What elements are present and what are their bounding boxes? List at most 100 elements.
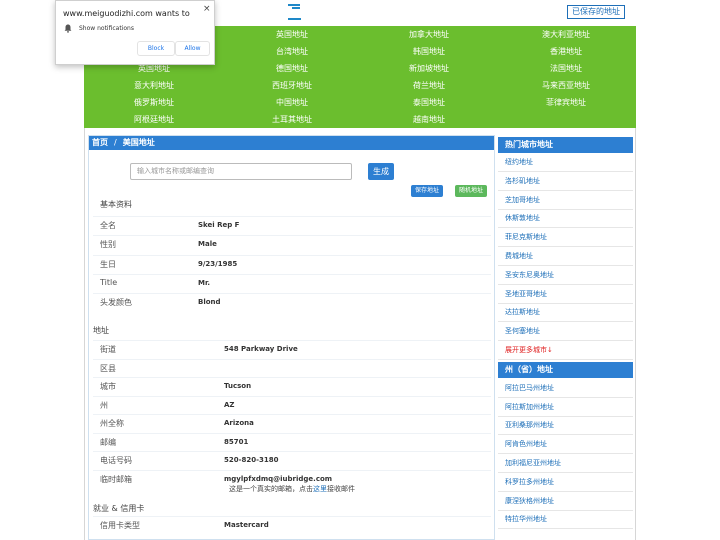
info-row: 城市 Tucson (93, 377, 491, 396)
nav-item[interactable]: 泰国地址 (359, 98, 499, 108)
row-value: 548 Parkway Drive (224, 345, 298, 353)
breadcrumb-separator: / (114, 138, 117, 147)
info-row: 街道 548 Parkway Drive (93, 340, 491, 359)
info-row: Title Mr. (93, 274, 491, 293)
row-value: 9/23/1985 (198, 260, 238, 268)
row-value: 520-820-3180 (224, 456, 279, 464)
row-value: Skei Rep F (198, 221, 240, 229)
basic-info-title: 基本资料 (100, 200, 132, 209)
nav-item[interactable]: 英国地址 (222, 30, 362, 40)
nav-item[interactable]: 中国地址 (222, 98, 362, 108)
info-row: 州 AZ (93, 396, 491, 415)
breadcrumb-home[interactable]: 首页 (92, 138, 108, 147)
row-label: 头发颜色 (100, 298, 132, 307)
info-row: 全名 Skei Rep F (93, 216, 491, 235)
nav-item[interactable]: 俄罗斯地址 (84, 98, 224, 108)
nav-item[interactable]: 荷兰地址 (359, 81, 499, 91)
nav-item[interactable]: 加拿大地址 (359, 30, 499, 40)
row-label: 生日 (100, 260, 116, 269)
sidebar-state-link[interactable]: 阿肯色州地址 (498, 435, 633, 454)
save-address-button[interactable]: 保存地址 (411, 185, 443, 197)
temp-email-note: 这是一个真实的邮箱，点击这里接收邮件 (229, 484, 355, 494)
sidebar-city-link[interactable]: 休斯敦地址 (498, 209, 633, 228)
row-label: 全名 (100, 221, 116, 230)
sidebar: 热门城市地址 纽约地址 洛杉矶地址 芝加哥地址 休斯敦地址 菲尼克斯地址 费城地… (498, 135, 634, 540)
note-text: 接收邮件 (327, 485, 355, 493)
temp-email-value[interactable]: mgylpfxdmq@iubridge.com (224, 475, 332, 483)
sidebar-state-link[interactable]: 阿拉巴马州地址 (498, 379, 633, 398)
row-label: 电话号码 (100, 456, 132, 465)
row-label: 街道 (100, 345, 116, 354)
nav-item[interactable]: 越南地址 (359, 115, 499, 125)
site-logo[interactable] (287, 3, 302, 21)
row-value: Mastercard (224, 521, 269, 529)
info-row: 信用卡类型 Mastercard (93, 516, 491, 535)
allow-button[interactable]: Allow (175, 41, 210, 56)
sidebar-city-link[interactable]: 圣安东尼奥地址 (498, 266, 633, 285)
breadcrumb-current[interactable]: 美国地址 (123, 138, 155, 147)
nav-item[interactable]: 法国地址 (496, 64, 636, 74)
main-panel: 首页 / 美国地址 输入城市名称或邮编查询 生成 保存地址 随机地址 基本资料 全名… (88, 135, 495, 540)
sidebar-city-link[interactable]: 圣何塞地址 (498, 322, 633, 341)
nav-item[interactable]: 新加坡地址 (359, 64, 499, 74)
note-text: 这是一个真实的邮箱，点击 (229, 485, 313, 493)
block-button[interactable]: Block (137, 41, 175, 56)
sidebar-city-link[interactable]: 菲尼克斯地址 (498, 228, 633, 247)
row-label: 城市 (100, 382, 116, 391)
nav-item[interactable]: 阿根廷地址 (84, 115, 224, 125)
nav-item[interactable]: 西班牙地址 (222, 81, 362, 91)
row-label: 性别 (100, 240, 116, 249)
nav-item[interactable]: 土耳其地址 (222, 115, 362, 125)
nav-item[interactable]: 韩国地址 (359, 47, 499, 57)
notification-permission-popup: www.meiguodizhi.com wants to × Show noti… (55, 0, 215, 65)
sidebar-city-link[interactable]: 费城地址 (498, 247, 633, 266)
row-label: 信用卡类型 (100, 521, 140, 530)
row-label: 临时邮箱 (100, 475, 132, 484)
bell-icon (64, 24, 72, 33)
info-row: 性别 Male (93, 235, 491, 254)
nav-item[interactable]: 马来西亚地址 (496, 81, 636, 91)
row-label: Title (100, 278, 118, 287)
saved-addresses-link[interactable]: 已保存的地址 (567, 5, 625, 19)
row-value: 85701 (224, 438, 249, 446)
row-label: 州全称 (100, 419, 124, 428)
card-title: 就业 & 信用卡 (93, 504, 145, 513)
sidebar-city-link[interactable]: 洛杉矶地址 (498, 172, 633, 191)
sidebar-city-link[interactable]: 纽约地址 (498, 153, 633, 172)
receive-mail-link[interactable]: 这里 (313, 485, 327, 493)
nav-item[interactable]: 菲律宾地址 (496, 98, 636, 108)
popup-message: Show notifications (79, 25, 134, 32)
row-value: Arizona (224, 419, 254, 427)
random-address-button[interactable]: 随机地址 (455, 185, 487, 197)
nav-item[interactable]: 德国地址 (222, 64, 362, 74)
sidebar-state-link[interactable]: 康涅狄格州地址 (498, 492, 633, 511)
row-label: 州 (100, 401, 108, 410)
row-value: Tucson (224, 382, 252, 390)
breadcrumb: 首页 / 美国地址 (89, 136, 494, 150)
expand-more-cities-link[interactable]: 展开更多城市↓ (498, 341, 633, 360)
nav-item[interactable]: 英国地址 (84, 64, 224, 74)
popup-title: www.meiguodizhi.com wants to (63, 9, 190, 18)
nav-item[interactable]: 台湾地址 (222, 47, 362, 57)
info-row: 邮编 85701 (93, 433, 491, 452)
info-row: 头发颜色 Blond (93, 293, 491, 312)
address-title: 地址 (93, 326, 109, 335)
generate-button[interactable]: 生成 (368, 163, 394, 180)
sidebar-state-link[interactable]: 加利福尼亚州地址 (498, 454, 633, 473)
sidebar-state-link[interactable]: 科罗拉多州地址 (498, 473, 633, 492)
row-value: Male (198, 240, 217, 248)
sidebar-city-link[interactable]: 达拉斯地址 (498, 303, 633, 322)
sidebar-state-link[interactable]: 亚利桑那州地址 (498, 416, 633, 435)
close-icon[interactable]: × (203, 4, 211, 14)
city-search-input[interactable]: 输入城市名称或邮编查询 (130, 163, 352, 180)
sidebar-state-link[interactable]: 阿拉斯加州地址 (498, 398, 633, 417)
row-value: Mr. (198, 279, 211, 287)
sidebar-city-link[interactable]: 芝加哥地址 (498, 191, 633, 210)
nav-item[interactable]: 意大利地址 (84, 81, 224, 91)
row-value: Blond (198, 298, 221, 306)
nav-item[interactable]: 香港地址 (496, 47, 636, 57)
nav-item[interactable]: 澳大利亚地址 (496, 30, 636, 40)
sidebar-city-link[interactable]: 圣地亚哥地址 (498, 285, 633, 304)
states-header: 州（省）地址 (498, 362, 633, 378)
sidebar-state-link[interactable]: 特拉华州地址 (498, 510, 633, 529)
